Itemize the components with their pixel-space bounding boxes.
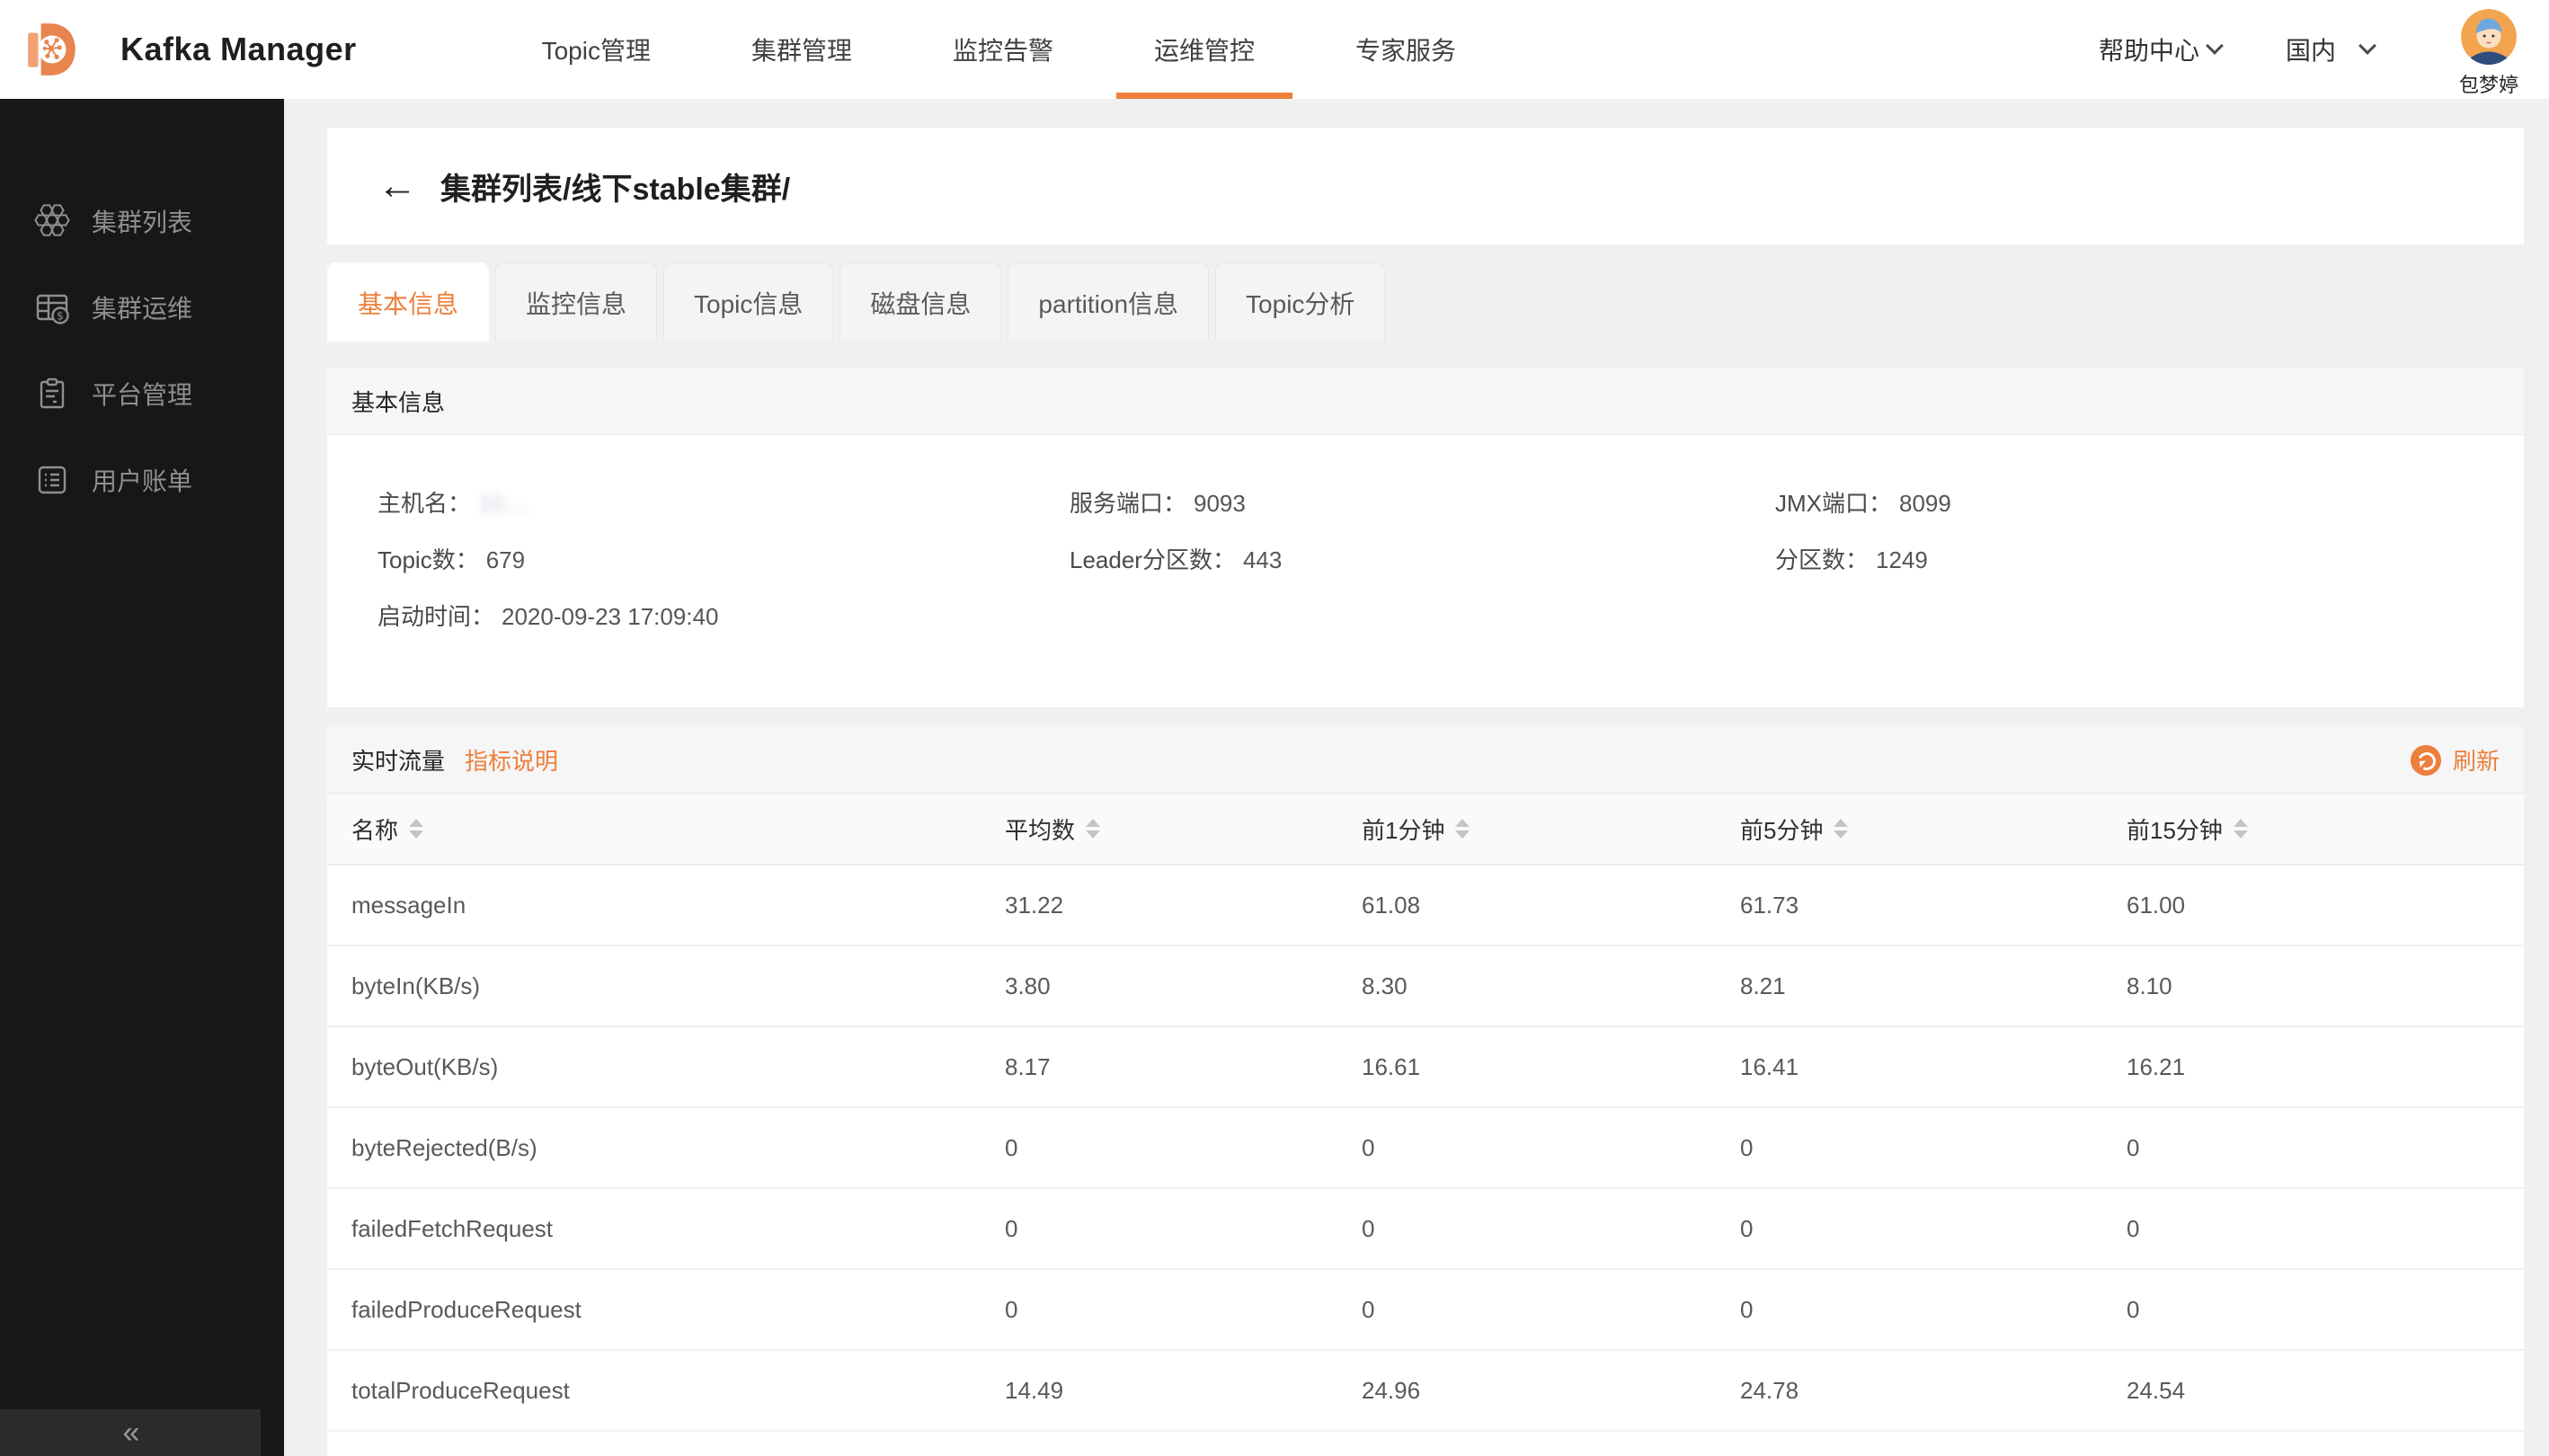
tab-topic-analysis[interactable]: Topic分析 [1215, 262, 1385, 342]
basic-info-card: 基本信息 主机名： 10.... Topic数： 679 启动时间： 2020-… [327, 368, 2524, 707]
column-header-last-1min[interactable]: 前1分钟 [1362, 812, 1740, 846]
refresh-icon [2411, 745, 2441, 776]
nav-item-monitor-alert[interactable]: 监控告警 [902, 0, 1104, 99]
field-partition-count: 分区数： 1249 [1775, 542, 2524, 575]
sidebar-item-cluster-ops[interactable]: $ 集群运维 [0, 264, 284, 351]
app-logo-icon[interactable] [23, 20, 83, 79]
tab-disk-info[interactable]: 磁盘信息 [839, 262, 1001, 342]
main-content: ← 集群列表/线下stable集群/ 基本信息 监控信息 Topic信息 磁盘信… [284, 99, 2549, 1456]
detail-tabs: 基本信息 监控信息 Topic信息 磁盘信息 partition信息 Topic… [327, 262, 2524, 342]
field-start-time: 启动时间： 2020-09-23 17:09:40 [377, 599, 1070, 632]
back-arrow-icon[interactable]: ← [377, 166, 417, 206]
sort-icon[interactable] [1086, 819, 1100, 839]
breadcrumb: 集群列表/线下stable集群/ [440, 164, 790, 209]
table-row: byteRejected(B/s) 0 0 0 0 [327, 1108, 2524, 1189]
table-row: messageIn 31.22 61.08 61.73 61.00 [327, 866, 2524, 946]
sidebar: 集群列表 $ 集群运维 平台管理 用户账单 [0, 99, 284, 1456]
tab-partition-info[interactable]: partition信息 [1008, 262, 1209, 342]
refresh-button[interactable]: 刷新 [2411, 743, 2500, 777]
tab-topic-info[interactable]: Topic信息 [663, 262, 833, 342]
clipboard-icon [34, 376, 70, 412]
table-row: failedFetchRequest 0 0 0 0 [327, 1189, 2524, 1270]
column-header-last-15min[interactable]: 前15分钟 [2127, 812, 2524, 846]
field-topic-count: Topic数： 679 [377, 542, 1070, 575]
nav-item-ops-control[interactable]: 运维管控 [1104, 0, 1305, 99]
sort-icon[interactable] [2234, 819, 2248, 839]
nav-item-topic-management[interactable]: Topic管理 [492, 0, 701, 99]
top-nav: Topic管理 集群管理 监控告警 运维管控 专家服务 [492, 0, 1506, 99]
table-row: byteIn(KB/s) 3.80 8.30 8.21 8.10 [327, 946, 2524, 1027]
region-selector[interactable]: 国内 [2286, 31, 2374, 67]
table-row: totalFetchRequest 13308.80 21399.05 2140… [327, 1432, 2524, 1456]
top-header: Kafka Manager Topic管理 集群管理 监控告警 运维管控 专家服… [0, 0, 2549, 99]
sidebar-item-platform-management[interactable]: 平台管理 [0, 351, 284, 437]
sort-icon[interactable] [409, 819, 423, 839]
app-title: Kafka Manager [120, 31, 357, 68]
sort-icon[interactable] [1455, 819, 1470, 839]
table-row: byteOut(KB/s) 8.17 16.61 16.41 16.21 [327, 1027, 2524, 1108]
header-right: 帮助中心 国内 包梦婷 [2099, 2, 2549, 98]
sidebar-item-user-billing[interactable]: 用户账单 [0, 437, 284, 523]
avatar[interactable] [2461, 9, 2517, 65]
metric-description-link[interactable]: 指标说明 [465, 743, 558, 777]
sidebar-collapse-button[interactable]: « [0, 1409, 261, 1456]
field-hostname: 主机名： 10.... [377, 485, 1070, 519]
tab-monitor-info[interactable]: 监控信息 [495, 262, 657, 342]
column-header-name[interactable]: 名称 [351, 812, 1005, 846]
field-leader-partition-count: Leader分区数： 443 [1070, 542, 1775, 575]
table-row: totalProduceRequest 14.49 24.96 24.78 24… [327, 1351, 2524, 1432]
sort-icon[interactable] [1834, 819, 1848, 839]
column-header-last-5min[interactable]: 前5分钟 [1740, 812, 2127, 846]
table-row: failedProduceRequest 0 0 0 0 [327, 1270, 2524, 1351]
field-jmx-port: JMX端口： 8099 [1775, 485, 2524, 519]
chevron-down-icon [2206, 37, 2224, 55]
tab-basic-info[interactable]: 基本信息 [327, 262, 489, 342]
honeycomb-icon [34, 203, 70, 239]
chevron-down-icon [2358, 37, 2376, 55]
field-service-port: 服务端口： 9093 [1070, 485, 1775, 519]
user-name: 包梦婷 [2459, 69, 2518, 98]
user-profile[interactable]: 包梦婷 [2459, 2, 2518, 98]
breadcrumb-bar: ← 集群列表/线下stable集群/ [327, 128, 2524, 244]
svg-text:$: $ [57, 310, 64, 323]
collapse-icon: « [123, 1416, 138, 1451]
nav-item-expert-service[interactable]: 专家服务 [1305, 0, 1506, 99]
realtime-traffic-card: 实时流量 指标说明 刷新 名称 平均数 前1分钟 前5分钟 [327, 727, 2524, 1456]
help-center-menu[interactable]: 帮助中心 [2099, 31, 2221, 67]
realtime-traffic-title: 实时流量 [351, 743, 445, 777]
ops-billing-icon: $ [34, 289, 70, 325]
column-header-average[interactable]: 平均数 [1005, 812, 1362, 846]
list-icon [34, 462, 70, 498]
nav-item-cluster-management[interactable]: 集群管理 [701, 0, 902, 99]
basic-info-card-title: 基本信息 [327, 368, 2524, 435]
host-name-value-redacted: 10.... [478, 490, 530, 518]
table-header-row: 名称 平均数 前1分钟 前5分钟 前15分钟 [327, 794, 2524, 866]
sidebar-item-cluster-list[interactable]: 集群列表 [0, 178, 284, 264]
